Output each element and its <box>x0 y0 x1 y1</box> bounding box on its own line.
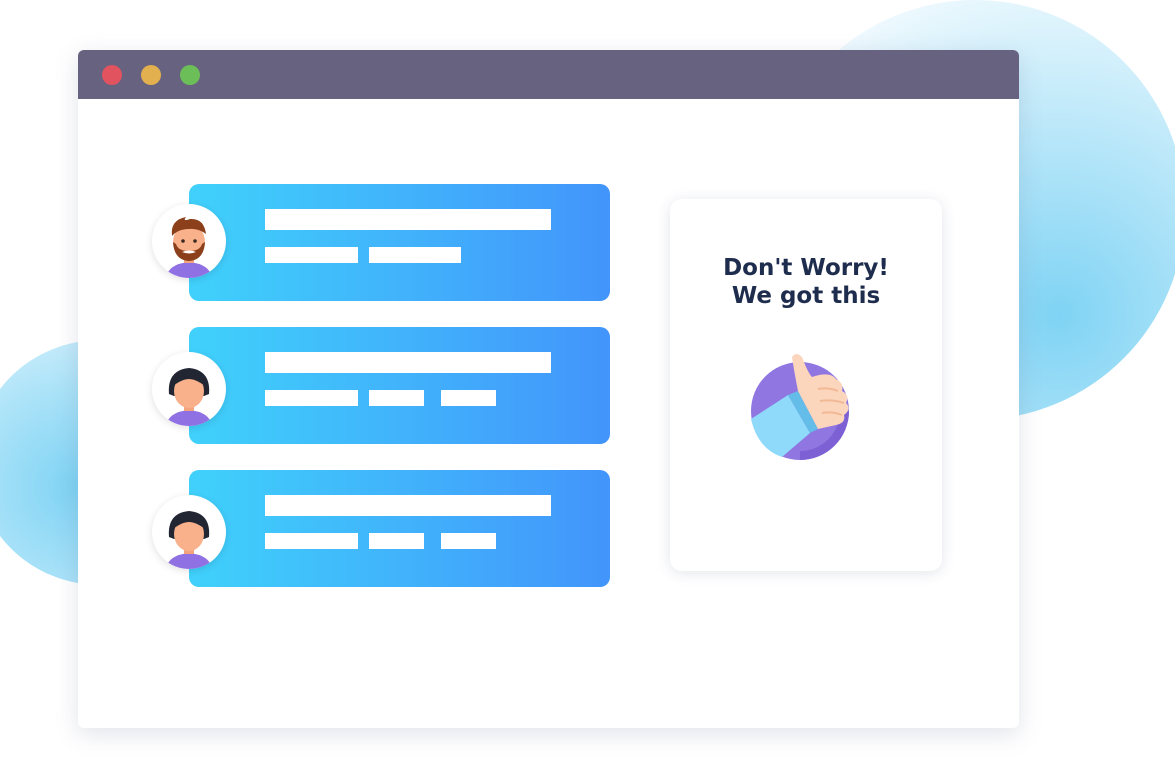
placeholder-bar <box>441 390 496 406</box>
reassurance-line-1: Don't Worry! <box>723 255 889 281</box>
message-card-1[interactable] <box>189 184 610 301</box>
placeholder-bar <box>265 533 358 549</box>
woman-avatar <box>152 495 226 569</box>
placeholder-title-bar <box>265 495 551 516</box>
window-titlebar <box>78 50 1019 99</box>
placeholder-bar <box>265 247 358 263</box>
thumbs-up-icon <box>751 354 849 460</box>
browser-window: Don't Worry! We got this <box>78 50 1019 728</box>
minimize-dot[interactable] <box>141 65 161 85</box>
message-card-3[interactable] <box>189 470 610 587</box>
placeholder-title-bar <box>265 209 551 230</box>
placeholder-bar <box>441 533 496 549</box>
reassurance-card: Don't Worry! We got this <box>670 199 942 571</box>
close-dot[interactable] <box>102 65 122 85</box>
placeholder-bar <box>265 390 358 406</box>
reassurance-line-2: We got this <box>731 283 881 309</box>
placeholder-bar <box>369 390 424 406</box>
placeholder-title-bar <box>265 352 551 373</box>
placeholder-bar <box>369 247 461 263</box>
maximize-dot[interactable] <box>180 65 200 85</box>
woman-avatar <box>152 352 226 426</box>
placeholder-bar <box>369 533 424 549</box>
man-with-beard-avatar <box>152 204 226 278</box>
message-card-2[interactable] <box>189 327 610 444</box>
